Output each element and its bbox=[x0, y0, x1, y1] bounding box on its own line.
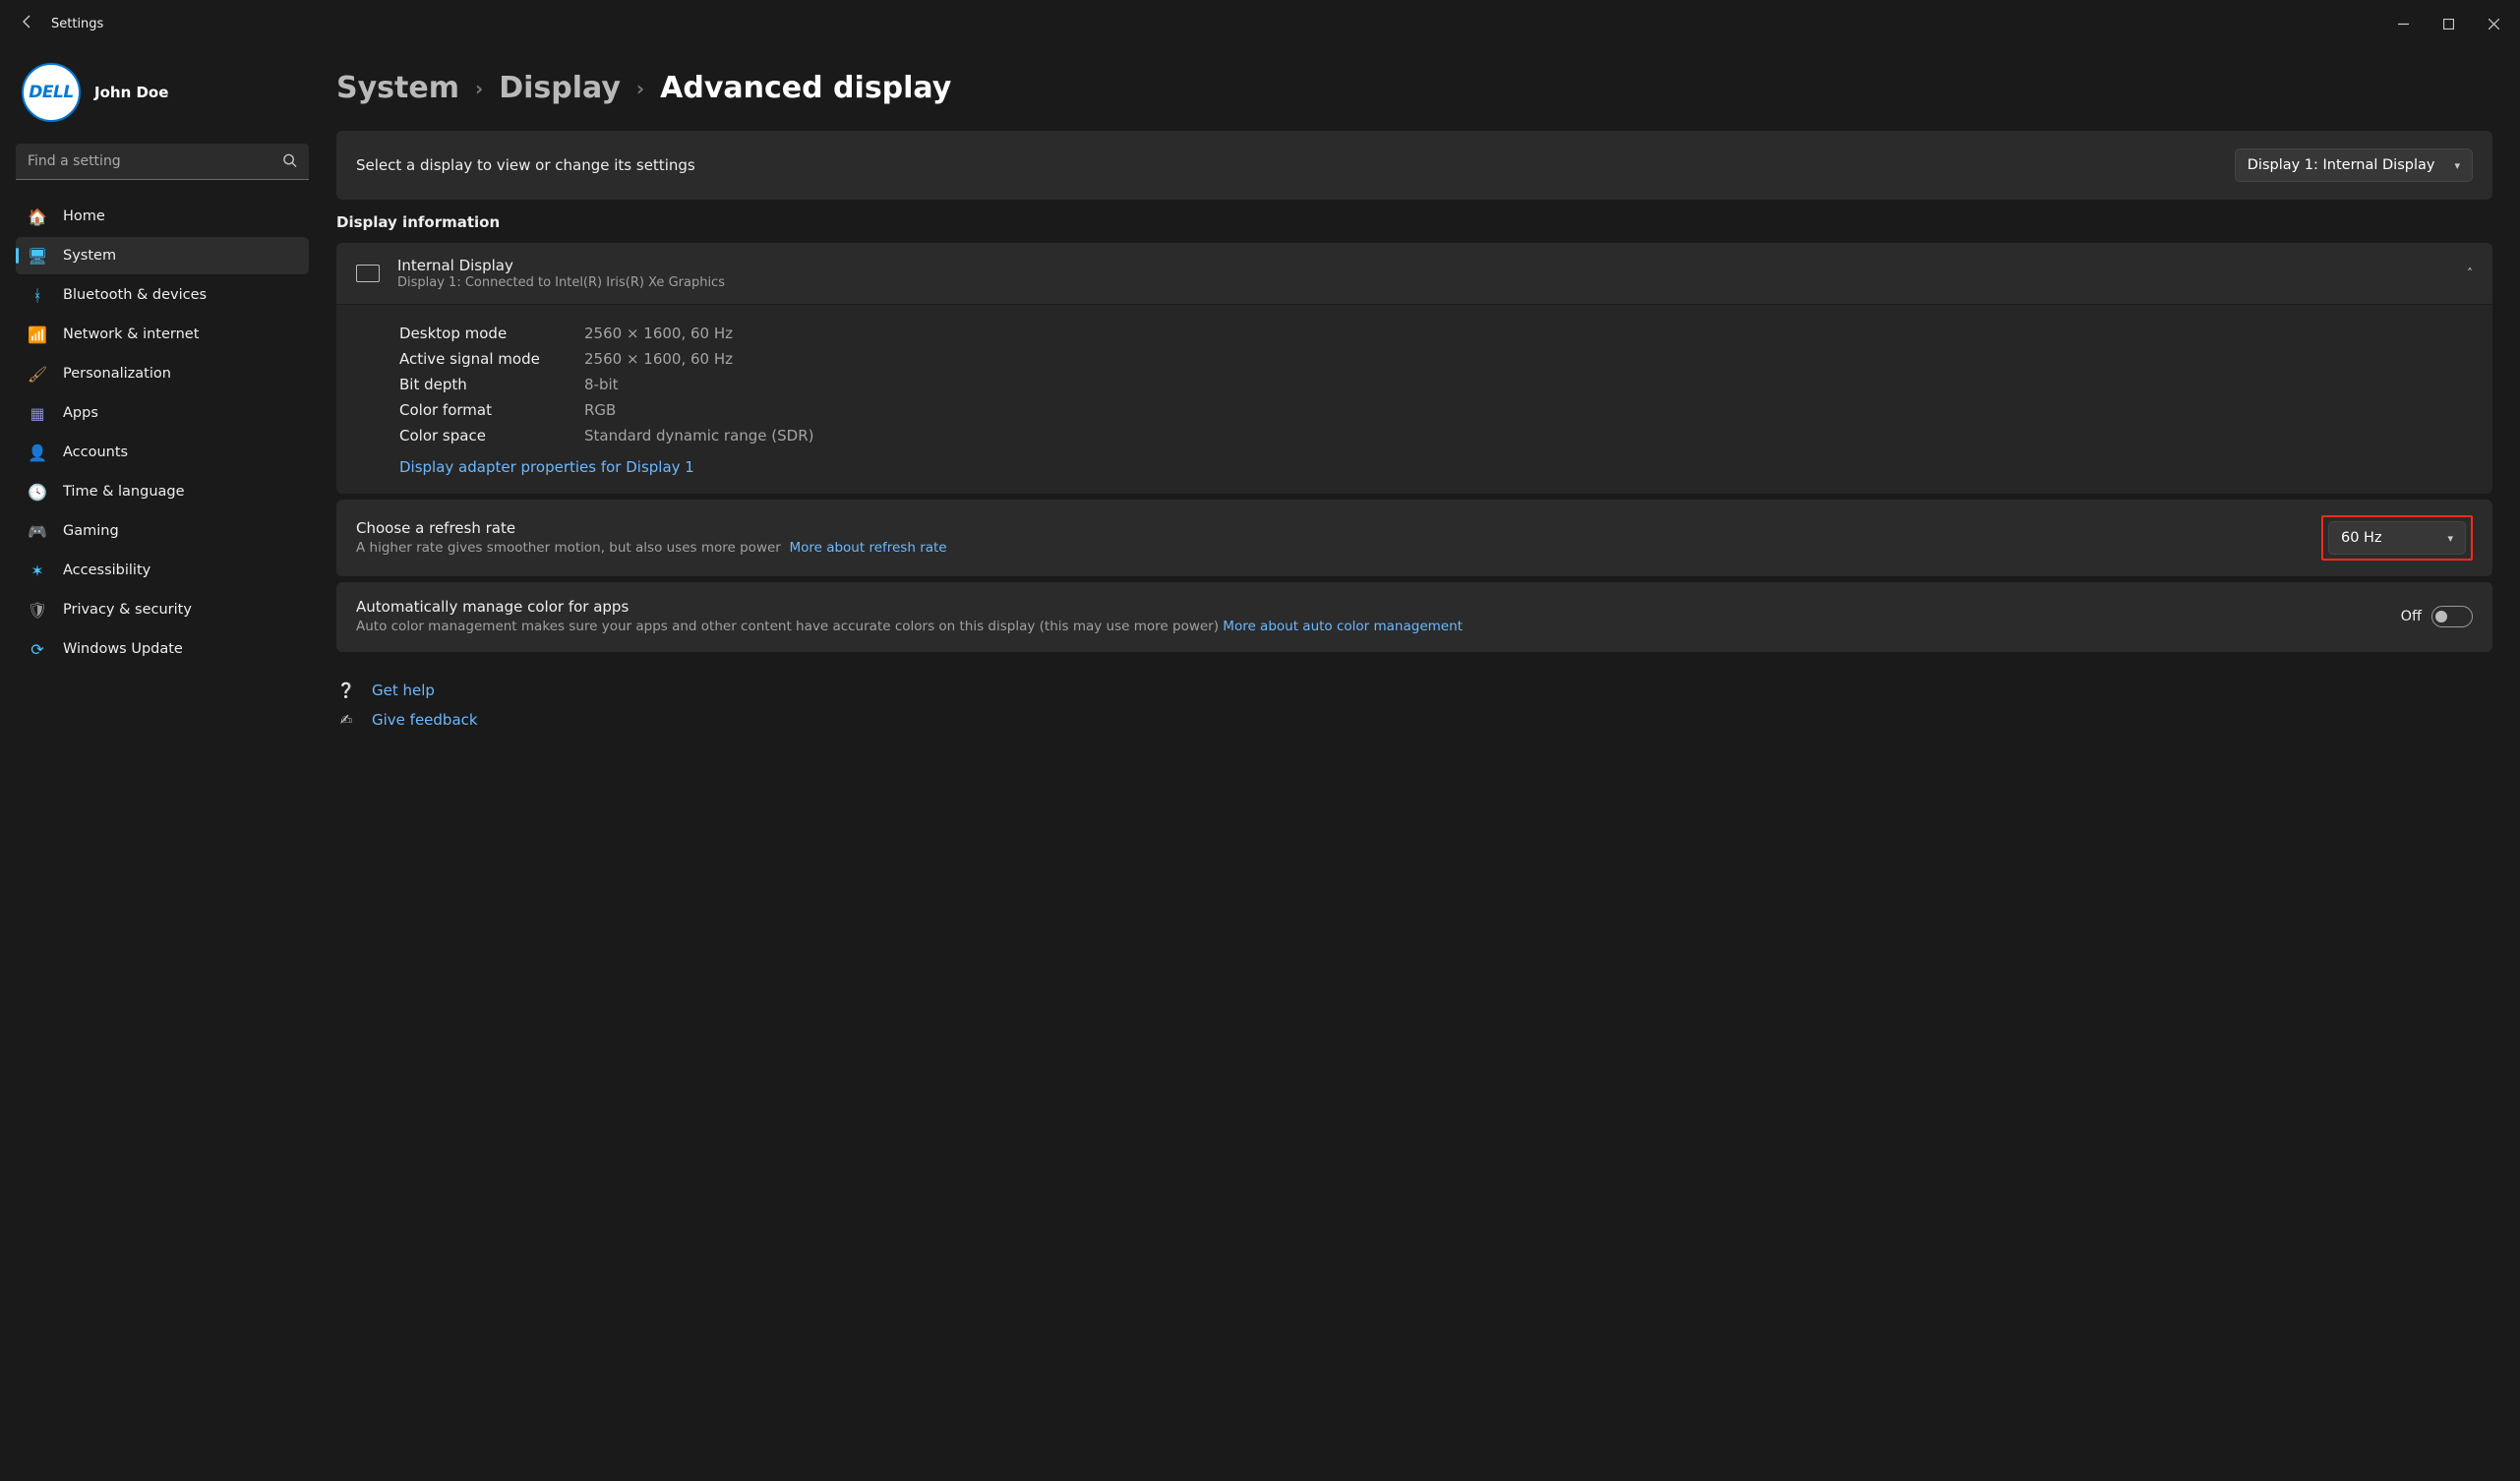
sidebar-item-time-language[interactable]: 🕓 Time & language bbox=[16, 473, 309, 510]
auto-color-toggle[interactable] bbox=[2431, 606, 2473, 627]
sidebar-item-label: Windows Update bbox=[63, 641, 183, 657]
windows-update-icon: ⟳ bbox=[28, 639, 47, 659]
sidebar-item-network-internet[interactable]: 📶 Network & internet bbox=[16, 316, 309, 353]
sidebar-item-accounts[interactable]: 👤 Accounts bbox=[16, 434, 309, 471]
main-pane: System › Display › Advanced display Sele… bbox=[325, 47, 2520, 1481]
search-input[interactable] bbox=[16, 144, 309, 180]
personalization-icon: 🖌 bbox=[28, 364, 47, 384]
apps-icon: ▦ bbox=[28, 403, 47, 423]
info-row-desktop-mode: Desktop mode2560 × 1600, 60 Hz bbox=[399, 321, 2473, 346]
sidebar-item-label: Personalization bbox=[63, 366, 171, 382]
search-wrap bbox=[16, 144, 309, 180]
auto-color-learn-more-link[interactable]: More about auto color management bbox=[1223, 619, 1463, 634]
info-row-active-signal: Active signal mode2560 × 1600, 60 Hz bbox=[399, 346, 2473, 372]
chevron-right-icon: › bbox=[475, 77, 483, 100]
username: John Doe bbox=[94, 84, 168, 101]
sidebar-item-personalization[interactable]: 🖌 Personalization bbox=[16, 355, 309, 392]
display-info-header[interactable]: Internal Display Display 1: Connected to… bbox=[336, 243, 2492, 305]
sidebar-item-label: Bluetooth & devices bbox=[63, 287, 207, 303]
sidebar-nav: 🏠 Home 🖥 System ᚼ Bluetooth & devices 📶 Network… bbox=[16, 198, 309, 668]
sidebar-item-label: Network & internet bbox=[63, 326, 199, 342]
sidebar-item-label: System bbox=[63, 248, 116, 264]
sidebar-item-label: Accounts bbox=[63, 444, 128, 460]
auto-color-toggle-wrap: Off bbox=[2401, 606, 2473, 627]
display-information-heading: Display information bbox=[336, 213, 2492, 231]
sidebar-item-windows-update[interactable]: ⟳ Windows Update bbox=[16, 630, 309, 668]
sidebar-item-label: Gaming bbox=[63, 523, 119, 539]
sidebar-item-label: Time & language bbox=[63, 484, 185, 500]
bluetooth-devices-icon: ᚼ bbox=[28, 285, 47, 305]
get-help-link[interactable]: ❔ Get help bbox=[336, 681, 2492, 699]
avatar: DELL bbox=[22, 63, 81, 122]
info-row-color-format: Color formatRGB bbox=[399, 397, 2473, 423]
breadcrumb-display[interactable]: Display bbox=[499, 71, 621, 105]
titlebar: Settings bbox=[0, 0, 2520, 47]
display-info-body: Desktop mode2560 × 1600, 60 Hz Active si… bbox=[336, 305, 2492, 494]
refresh-rate-title: Choose a refresh rate bbox=[356, 519, 2304, 537]
time-language-icon: 🕓 bbox=[28, 482, 47, 502]
sidebar-item-privacy-security[interactable]: 🛡 Privacy & security bbox=[16, 591, 309, 628]
display-info-title: Internal Display bbox=[397, 257, 725, 274]
chevron-down-icon: ▾ bbox=[2454, 159, 2460, 172]
footer-links: ❔ Get help ✍ Give feedback bbox=[336, 681, 2492, 729]
accounts-icon: 👤 bbox=[28, 443, 47, 462]
accessibility-icon: ✶ bbox=[28, 561, 47, 580]
refresh-rate-dropdown[interactable]: 60 Hz ▾ bbox=[2328, 521, 2466, 555]
refresh-rate-value: 60 Hz bbox=[2341, 530, 2382, 546]
refresh-rate-row: Choose a refresh rate A higher rate give… bbox=[336, 500, 2492, 576]
chevron-right-icon: › bbox=[636, 77, 644, 100]
info-row-color-space: Color spaceStandard dynamic range (SDR) bbox=[399, 423, 2473, 448]
monitor-icon bbox=[356, 265, 380, 282]
refresh-rate-learn-more-link[interactable]: More about refresh rate bbox=[789, 540, 946, 556]
display-selector-panel: Select a display to view or change its s… bbox=[336, 131, 2492, 200]
breadcrumb-advanced-display: Advanced display bbox=[660, 71, 951, 105]
breadcrumb-system[interactable]: System bbox=[336, 71, 459, 105]
sidebar-item-label: Accessibility bbox=[63, 563, 150, 578]
minimize-button[interactable] bbox=[2380, 8, 2426, 39]
system-icon: 🖥 bbox=[28, 246, 47, 266]
chevron-up-icon: ˄ bbox=[2467, 267, 2473, 280]
feedback-icon: ✍ bbox=[336, 711, 356, 729]
sidebar-item-system[interactable]: 🖥 System bbox=[16, 237, 309, 274]
gaming-icon: 🎮 bbox=[28, 521, 47, 541]
chevron-down-icon: ▾ bbox=[2447, 532, 2453, 545]
sidebar-item-gaming[interactable]: 🎮 Gaming bbox=[16, 512, 309, 550]
refresh-rate-highlight: 60 Hz ▾ bbox=[2321, 515, 2473, 561]
avatar-text: DELL bbox=[29, 83, 73, 102]
display-info-card: Internal Display Display 1: Connected to… bbox=[336, 243, 2492, 494]
auto-color-row: Automatically manage color for apps Auto… bbox=[336, 582, 2492, 652]
give-feedback-link[interactable]: ✍ Give feedback bbox=[336, 711, 2492, 729]
home-icon: 🏠 bbox=[28, 207, 47, 226]
display-selector-prompt: Select a display to view or change its s… bbox=[356, 156, 695, 174]
auto-color-toggle-label: Off bbox=[2401, 609, 2422, 624]
sidebar-item-accessibility[interactable]: ✶ Accessibility bbox=[16, 552, 309, 589]
window-title: Settings bbox=[51, 17, 103, 31]
display-info-subtitle: Display 1: Connected to Intel(R) Iris(R)… bbox=[397, 275, 725, 290]
sidebar-item-label: Privacy & security bbox=[63, 602, 192, 618]
sidebar-item-label: Home bbox=[63, 208, 105, 224]
sidebar-item-home[interactable]: 🏠 Home bbox=[16, 198, 309, 235]
adapter-properties-link[interactable]: Display adapter properties for Display 1 bbox=[399, 458, 694, 476]
sidebar-item-apps[interactable]: ▦ Apps bbox=[16, 394, 309, 432]
network-internet-icon: 📶 bbox=[28, 325, 47, 344]
auto-color-title: Automatically manage color for apps bbox=[356, 598, 2383, 616]
privacy-security-icon: 🛡 bbox=[28, 600, 47, 620]
profile[interactable]: DELL John Doe bbox=[16, 59, 309, 138]
display-selector-dropdown[interactable]: Display 1: Internal Display ▾ bbox=[2235, 148, 2473, 182]
refresh-rate-subtitle: A higher rate gives smoother motion, but… bbox=[356, 539, 2304, 558]
help-icon: ❔ bbox=[336, 681, 356, 699]
sidebar-item-bluetooth-devices[interactable]: ᚼ Bluetooth & devices bbox=[16, 276, 309, 314]
close-button[interactable] bbox=[2471, 8, 2516, 39]
sidebar-item-label: Apps bbox=[63, 405, 98, 421]
sidebar: DELL John Doe 🏠 Home 🖥 System ᚼ Bluetooth & d… bbox=[0, 47, 325, 1481]
auto-color-subtitle: Auto color management makes sure your ap… bbox=[356, 618, 2383, 636]
breadcrumb: System › Display › Advanced display bbox=[336, 71, 2492, 105]
maximize-button[interactable] bbox=[2426, 8, 2471, 39]
display-selector-value: Display 1: Internal Display bbox=[2248, 157, 2435, 173]
back-button[interactable] bbox=[4, 14, 51, 33]
info-row-bit-depth: Bit depth8-bit bbox=[399, 372, 2473, 397]
